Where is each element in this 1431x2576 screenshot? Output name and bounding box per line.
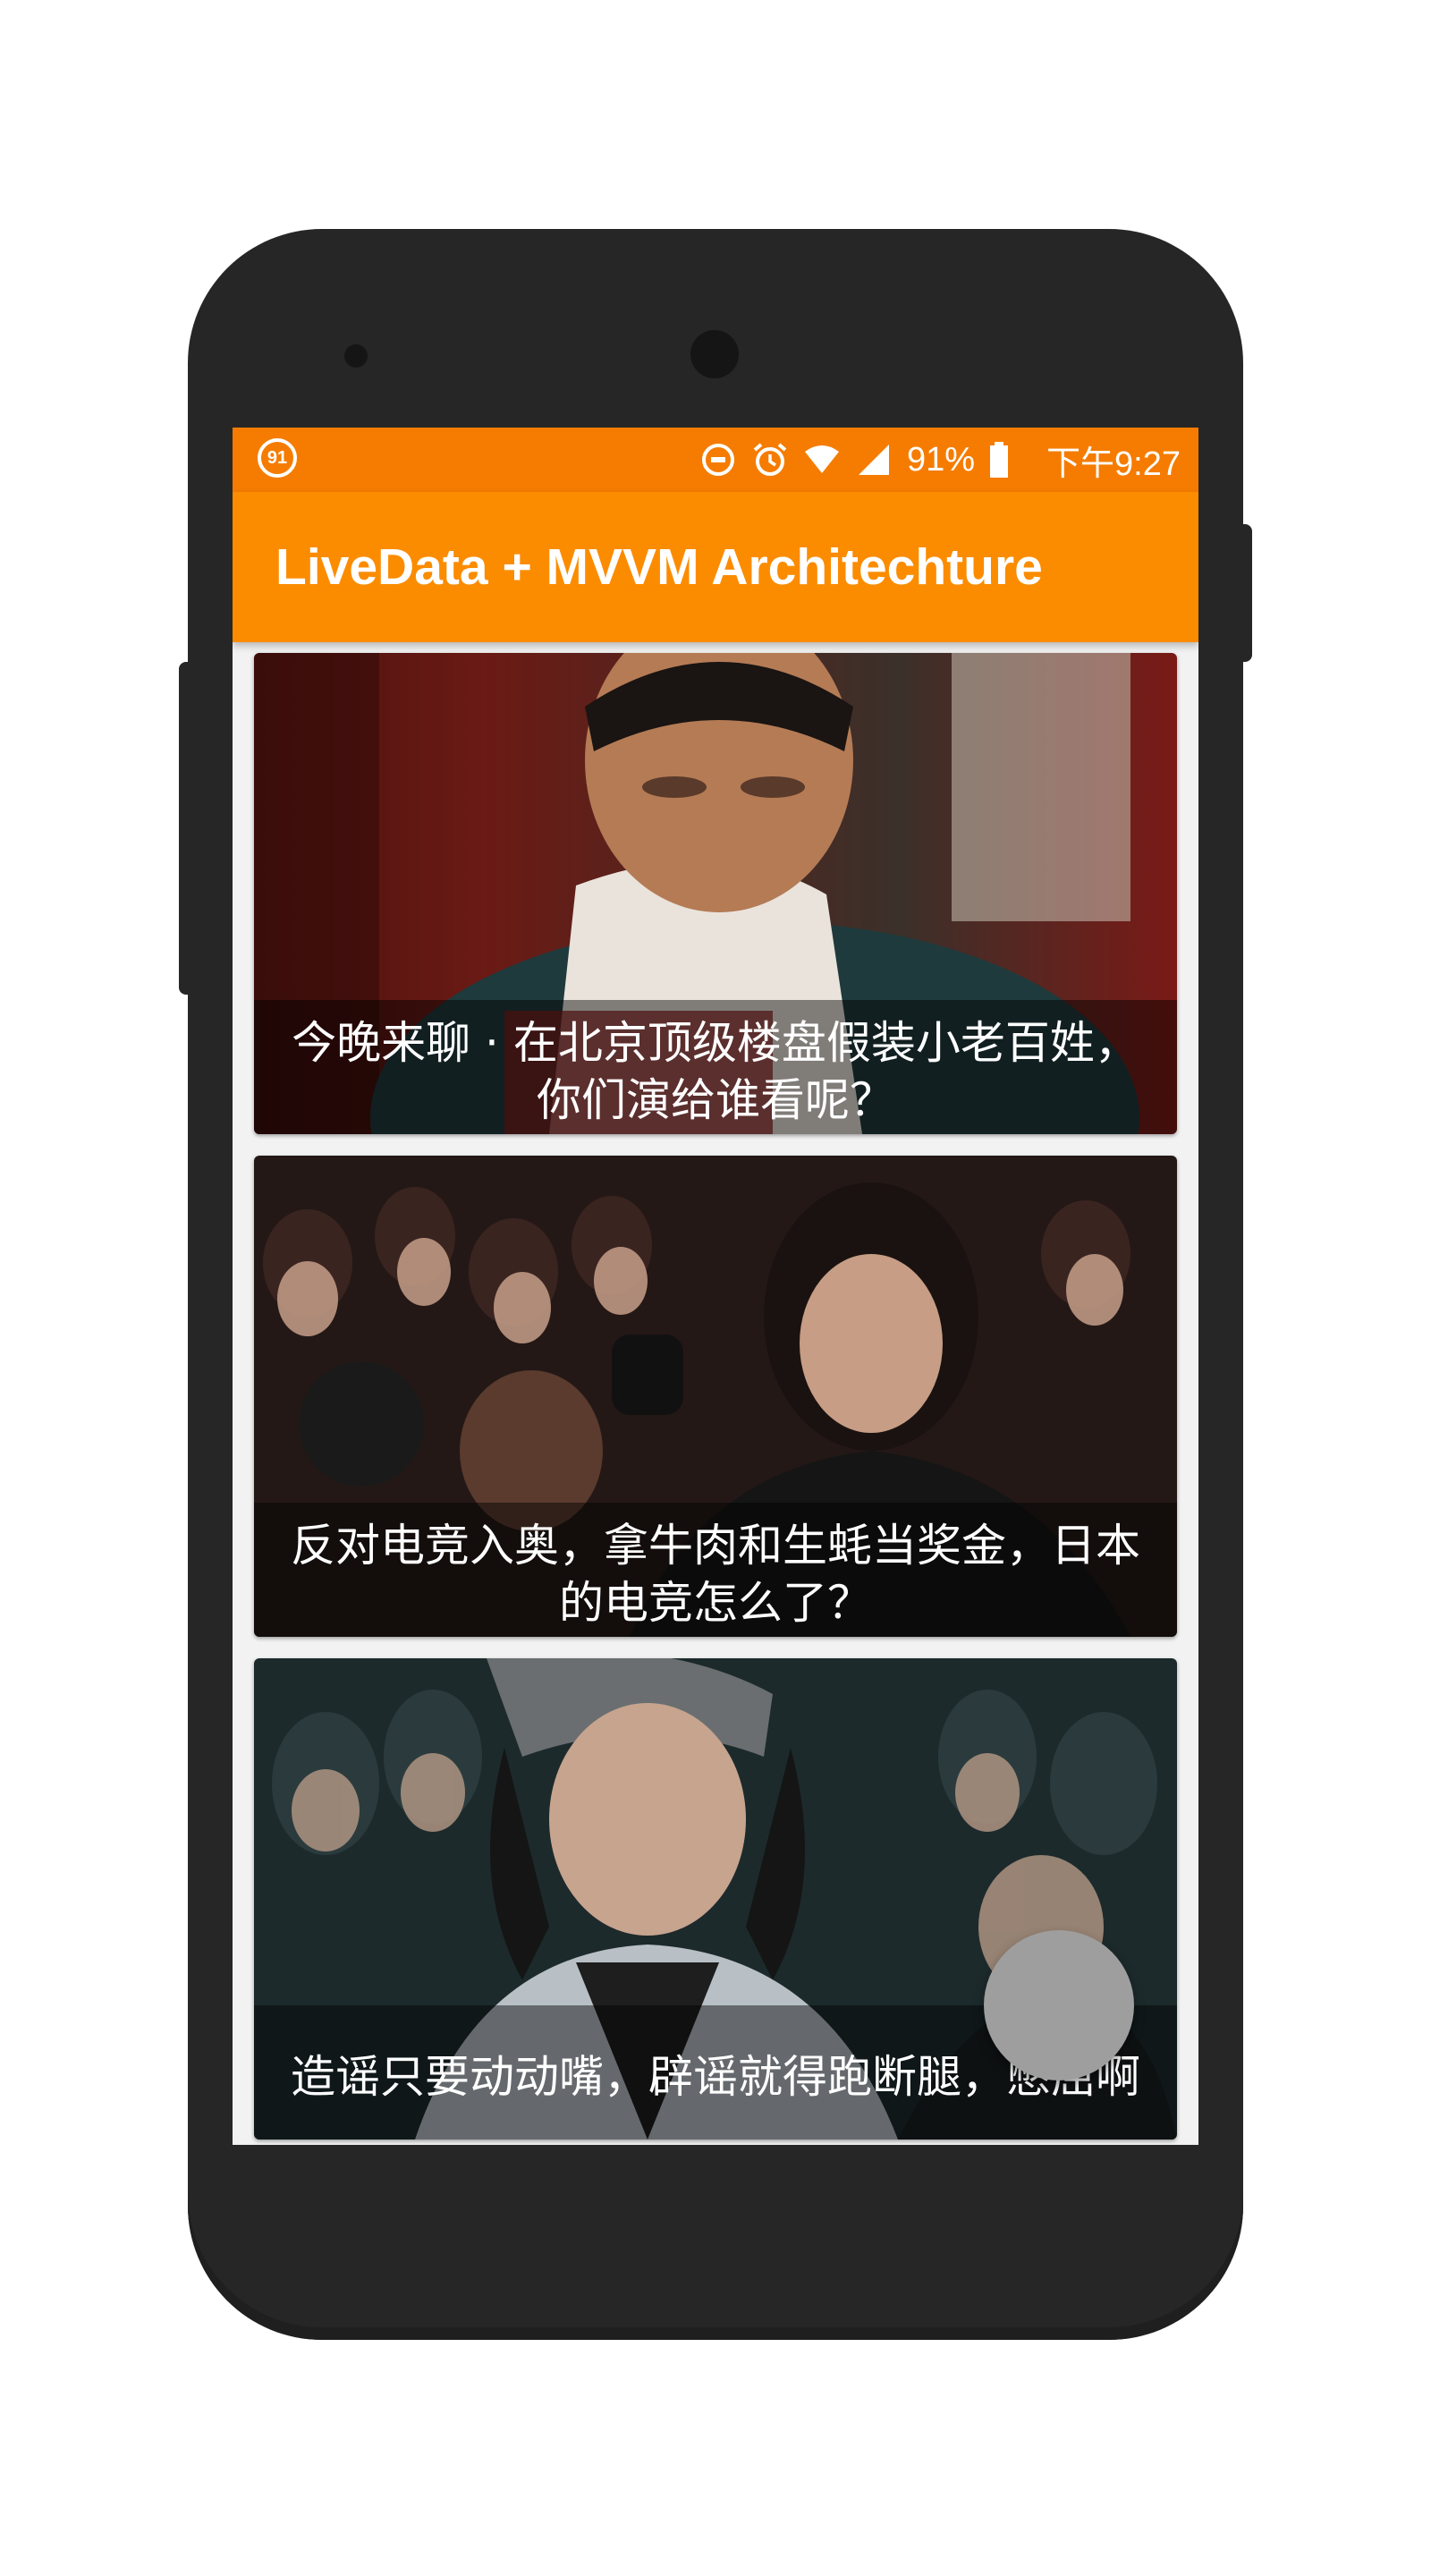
status-bar: 91 91% 下午9:27 bbox=[233, 428, 1198, 492]
list-item[interactable]: 反对电竞入奥，拿牛肉和生蚝当奖金，日本的电竞怎么了？ bbox=[254, 1156, 1177, 1637]
proximity-sensor bbox=[344, 344, 368, 368]
card-title-overlay: 今晚来聊 · 在北京顶级楼盘假装小老百姓，你们演给谁看呢？ bbox=[254, 1000, 1177, 1134]
news-list[interactable]: 今晚来聊 · 在北京顶级楼盘假装小老百姓，你们演给谁看呢？ 反对电竞入奥，拿牛肉… bbox=[233, 642, 1198, 2145]
clock: 下午9:27 bbox=[1046, 445, 1181, 483]
list-item[interactable]: 今晚来聊 · 在北京顶级楼盘假装小老百姓，你们演给谁看呢？ bbox=[254, 653, 1177, 1134]
notification-badge-icon: 91 bbox=[258, 438, 297, 478]
battery-icon bbox=[990, 442, 1009, 478]
card-title-overlay: 反对电竞入奥，拿牛肉和生蚝当奖金，日本的电竞怎么了？ bbox=[254, 1503, 1177, 1637]
status-icons: 91% 下午9:27 bbox=[699, 428, 1181, 492]
screen: 91 91% 下午9:27 LiveData + MVVM Architecht… bbox=[233, 428, 1198, 2145]
wifi-icon bbox=[804, 445, 839, 473]
battery-percent: 91% bbox=[906, 440, 976, 479]
floating-action-button[interactable] bbox=[984, 1930, 1134, 2080]
app-toolbar: LiveData + MVVM Architechture bbox=[233, 492, 1198, 642]
toolbar-title: LiveData + MVVM Architechture bbox=[275, 538, 1043, 596]
card-title: 反对电竞入奥，拿牛肉和生蚝当奖金，日本的电竞怎么了？ bbox=[291, 1520, 1140, 1629]
alarm-icon bbox=[753, 443, 787, 476]
front-camera bbox=[690, 330, 739, 378]
stage: 91 91% 下午9:27 LiveData + MVVM Architecht… bbox=[0, 0, 1431, 2576]
card-title: 今晚来聊 · 在北京顶级楼盘假装小老百姓，你们演给谁看呢？ bbox=[292, 1017, 1139, 1126]
data-saver-icon bbox=[701, 444, 734, 476]
signal-icon bbox=[858, 445, 889, 475]
